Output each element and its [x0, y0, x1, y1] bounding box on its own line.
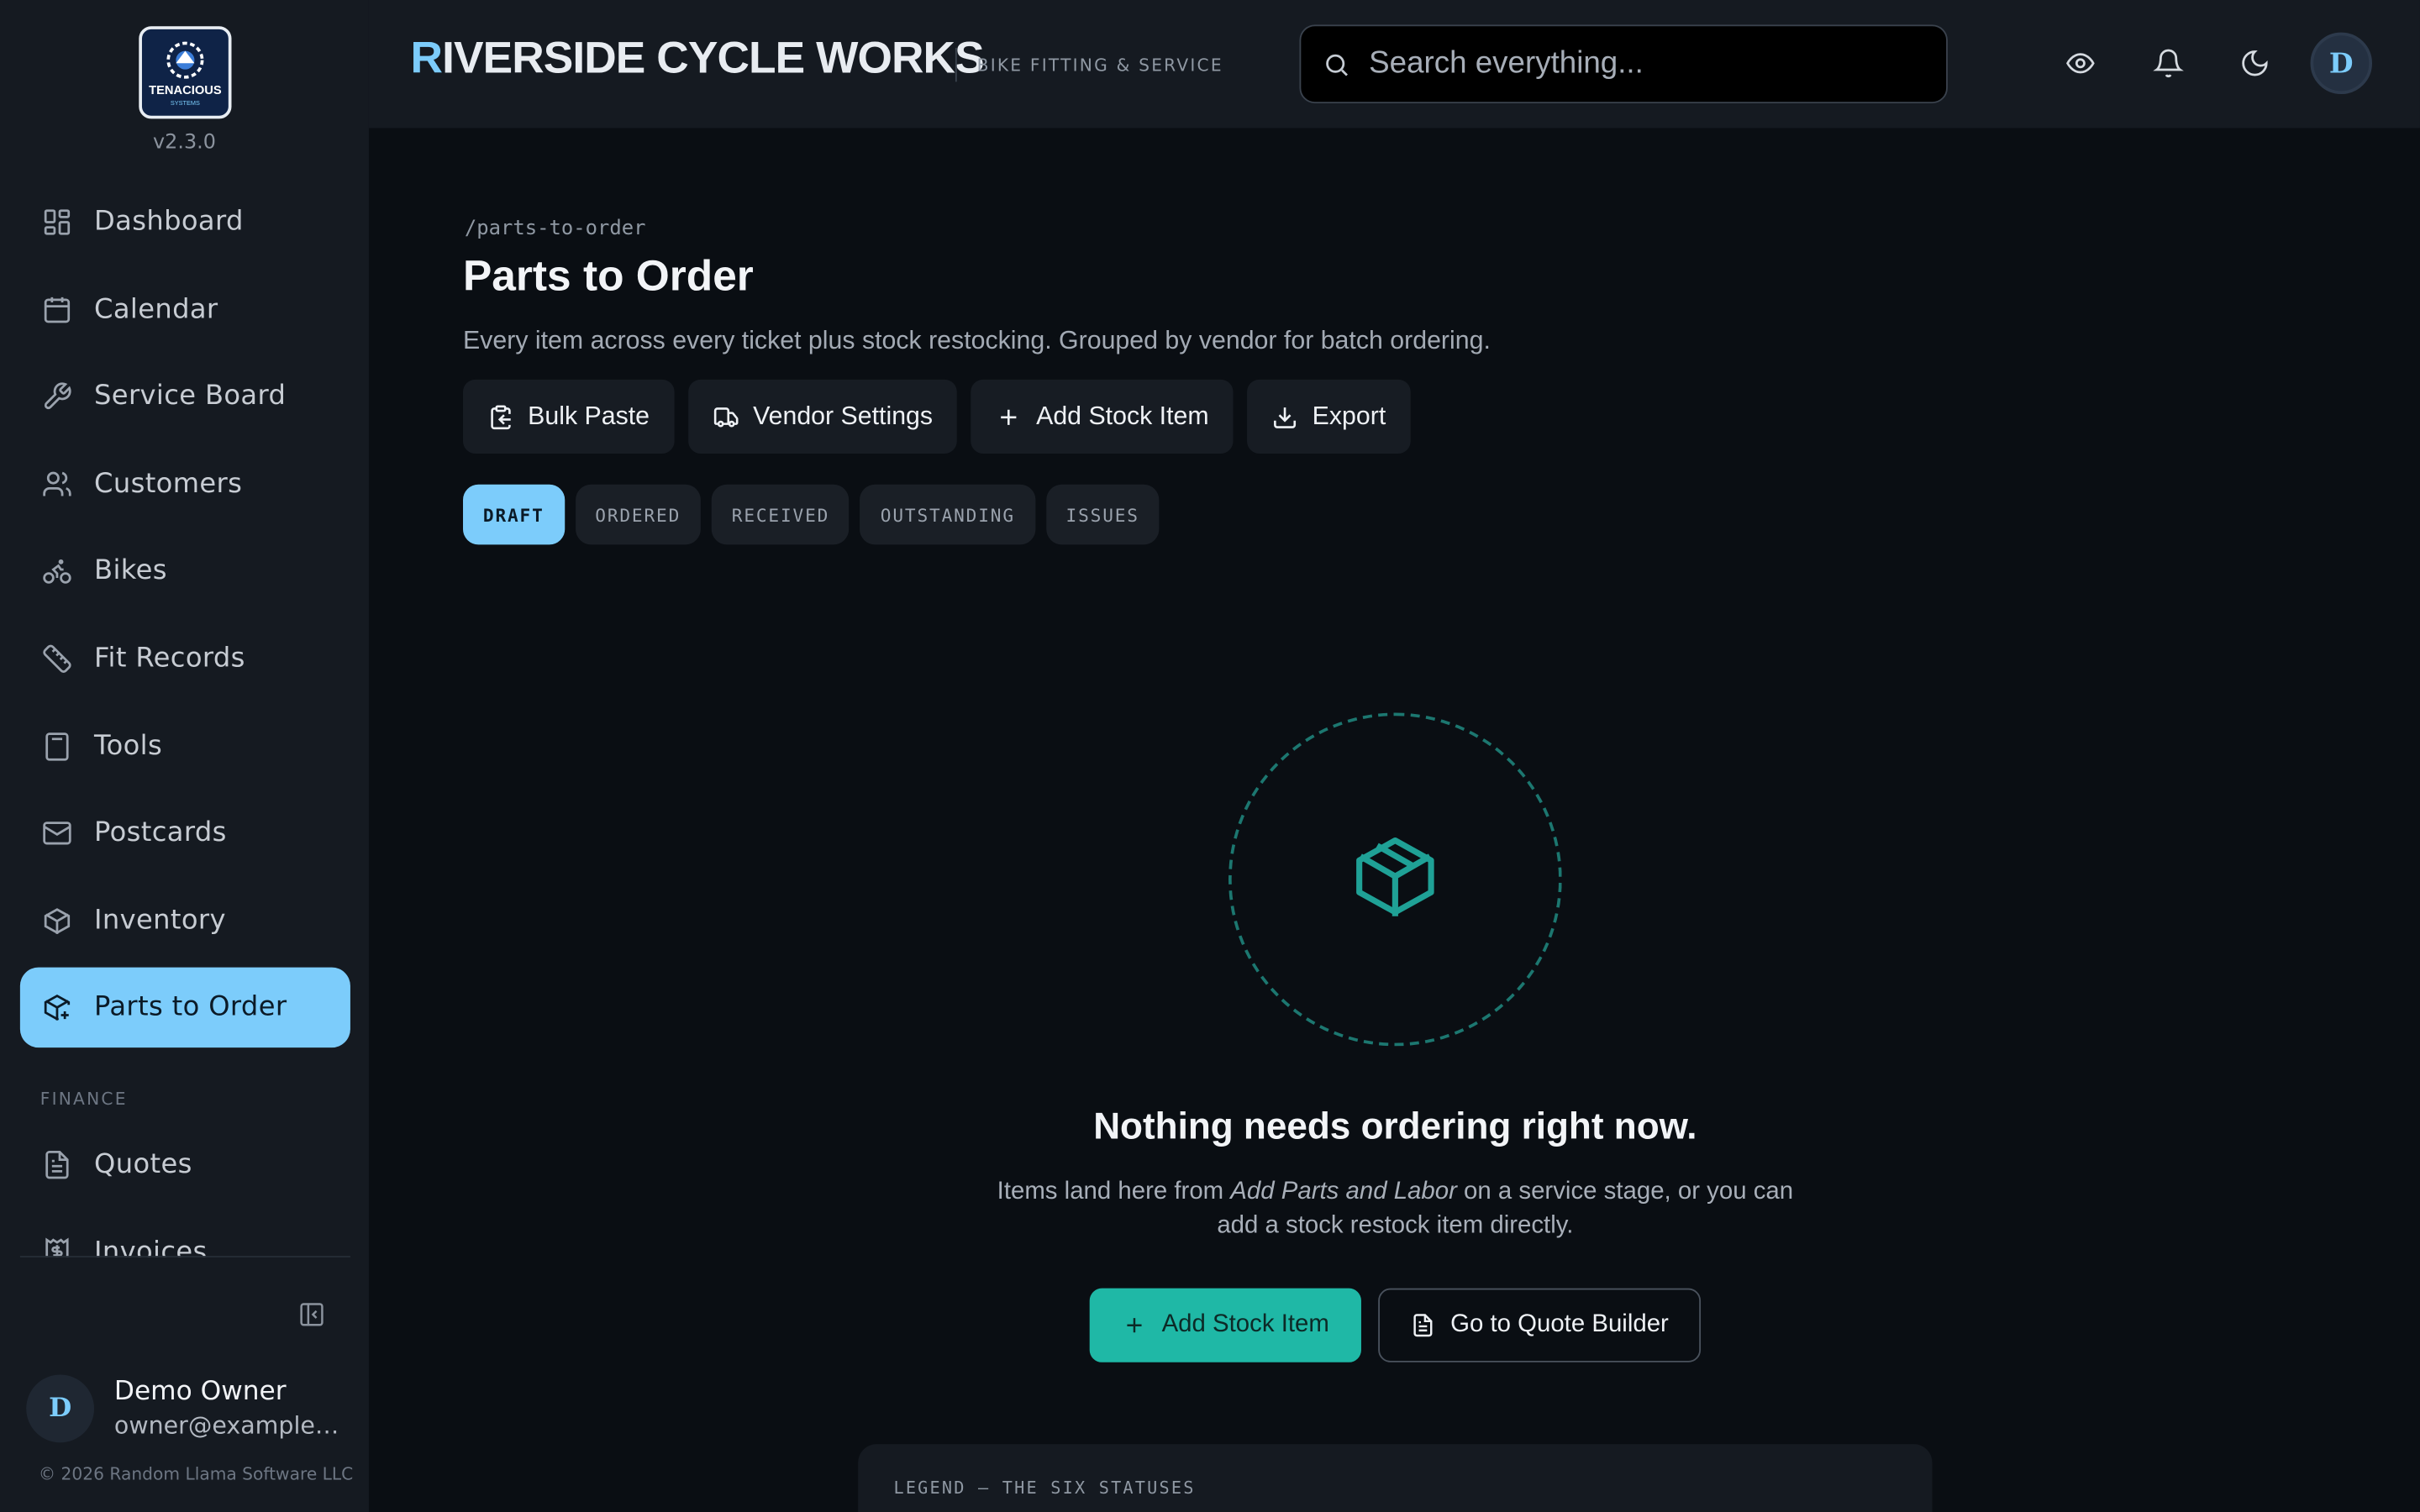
- legend-title: LEGEND — THE SIX STATUSES: [893, 1478, 1196, 1499]
- bike-icon: [40, 554, 74, 588]
- tab-received[interactable]: RECEIVED: [711, 484, 850, 545]
- status-tabs: DRAFT ORDERED RECEIVED OUTSTANDING ISSUE…: [463, 484, 1160, 545]
- finance-section-label: FINANCE: [39, 1089, 128, 1110]
- add-stock-item-label: Add Stock Item: [1036, 402, 1209, 430]
- brand-divider: [955, 47, 957, 82]
- tab-outstanding[interactable]: OUTSTANDING: [860, 484, 1035, 545]
- sidebar-item-label: Postcards: [94, 817, 227, 849]
- sidebar-item-calendar[interactable]: Calendar: [20, 270, 350, 350]
- collapse-sidebar-icon[interactable]: [297, 1300, 325, 1328]
- sidebar-divider: [19, 1256, 350, 1257]
- sidebar-item-label: Fit Records: [94, 643, 245, 675]
- truck-icon: [713, 403, 739, 429]
- bell-icon[interactable]: [2153, 48, 2184, 79]
- tab-ordered[interactable]: ORDERED: [575, 484, 702, 545]
- add-parts-labor-ref: Add Parts and Labor: [1230, 1179, 1457, 1205]
- primary-label: Add Stock Item: [1161, 1311, 1329, 1338]
- vendor-settings-button[interactable]: Vendor Settings: [687, 379, 958, 454]
- export-label: Export: [1312, 402, 1386, 430]
- brand-name[interactable]: RIVERSIDE CYCLE WORKS: [410, 34, 985, 85]
- empty-state-illustration: [1228, 712, 1562, 1047]
- package-icon: [1347, 828, 1443, 930]
- sidebar-item-tools[interactable]: Tools: [20, 706, 350, 786]
- svg-text:TENACIOUS: TENACIOUS: [149, 84, 222, 97]
- bulk-paste-button[interactable]: Bulk Paste: [463, 379, 675, 454]
- dashboard-icon: [40, 205, 74, 239]
- sidebar-nav-finance: Quotes Invoices: [20, 1125, 350, 1257]
- user-avatar[interactable]: D: [26, 1374, 95, 1443]
- sidebar-item-customers[interactable]: Customers: [20, 444, 350, 525]
- sidebar-item-label: Service Board: [94, 381, 287, 412]
- user-name: Demo Owner: [113, 1376, 287, 1408]
- sidebar-item-label: Inventory: [94, 905, 226, 937]
- sidebar-item-dashboard[interactable]: Dashboard: [20, 182, 350, 263]
- tab-draft[interactable]: DRAFT: [463, 484, 565, 545]
- calculator-icon: [40, 729, 74, 763]
- status-legend-card: LEGEND — THE SIX STATUSES: [858, 1444, 1933, 1512]
- file-icon: [40, 1148, 74, 1182]
- sidebar-item-label: Parts to Order: [94, 992, 287, 1024]
- search-box: [1299, 24, 1948, 104]
- plus-icon: [996, 403, 1022, 429]
- copyright: © 2026 Random Llama Software LLC: [38, 1464, 354, 1484]
- sidebar-item-bikes[interactable]: Bikes: [20, 532, 350, 612]
- sidebar-item-quotes[interactable]: Quotes: [20, 1125, 350, 1205]
- package-plus-icon: [40, 991, 74, 1025]
- sidebar-item-parts-to-order[interactable]: Parts to Order: [19, 968, 350, 1048]
- route-path: /parts-to-order: [464, 217, 646, 241]
- bulk-paste-label: Bulk Paste: [528, 402, 650, 430]
- add-stock-item-button[interactable]: Add Stock Item: [971, 379, 1234, 454]
- calendar-icon: [40, 292, 74, 326]
- sidebar: TENACIOUS SYSTEMS v2.3.0 Dashboard Calen…: [0, 0, 369, 1512]
- secondary-label: Go to Quote Builder: [1450, 1311, 1669, 1338]
- sidebar-item-service-board[interactable]: Service Board: [20, 357, 350, 438]
- app-logo[interactable]: TENACIOUS SYSTEMS: [139, 26, 232, 119]
- users-icon: [40, 467, 74, 501]
- sidebar-item-fit-records[interactable]: Fit Records: [20, 618, 350, 699]
- package-icon: [40, 904, 74, 937]
- search-icon: [1323, 50, 1350, 78]
- empty-state-title: Nothing needs ordering right now.: [1093, 1105, 1697, 1148]
- empty-add-stock-item-button[interactable]: Add Stock Item: [1089, 1288, 1361, 1362]
- go-to-quote-builder-button[interactable]: Go to Quote Builder: [1378, 1288, 1702, 1362]
- sidebar-item-label: Calendar: [94, 294, 218, 325]
- vendor-settings-label: Vendor Settings: [753, 402, 934, 430]
- sidebar-nav: Dashboard Calendar Service Board Custome…: [19, 182, 350, 1055]
- action-bar: Bulk Paste Vendor Settings Add Stock Ite…: [463, 379, 1411, 454]
- ruler-icon: [40, 642, 74, 675]
- brand-initial: R: [410, 34, 444, 84]
- wrench-icon: [40, 380, 74, 413]
- empty-state-text: Items land here from Add Parts and Labor…: [997, 1179, 1794, 1239]
- export-button[interactable]: Export: [1247, 379, 1411, 454]
- search-input[interactable]: [1369, 46, 1894, 82]
- download-icon: [1272, 403, 1298, 429]
- sidebar-item-label: Tools: [94, 730, 163, 762]
- sidebar-item-invoices[interactable]: Invoices: [20, 1212, 350, 1257]
- file-icon: [1410, 1313, 1434, 1337]
- moon-icon[interactable]: [2239, 48, 2270, 79]
- brand-tagline: BIKE FITTING & SERVICE: [976, 55, 1223, 76]
- brand-rest: IVERSIDE CYCLE WORKS: [442, 34, 984, 84]
- page-title: Parts to Order: [463, 251, 754, 300]
- sidebar-item-label: Dashboard: [94, 207, 244, 238]
- sidebar-item-label: Customers: [94, 468, 243, 500]
- user-email: owner@example.com: [113, 1411, 346, 1440]
- sidebar-item-inventory[interactable]: Inventory: [20, 880, 350, 961]
- page-subtitle: Every item across every ticket plus stoc…: [463, 327, 1491, 355]
- sidebar-item-postcards[interactable]: Postcards: [20, 793, 350, 874]
- plus-icon: [1122, 1313, 1146, 1337]
- eye-icon[interactable]: [2065, 48, 2096, 79]
- clipboard-icon: [487, 403, 513, 429]
- topbar: RIVERSIDE CYCLE WORKS BIKE FITTING & SER…: [368, 0, 2420, 129]
- sidebar-item-label: Quotes: [94, 1149, 192, 1181]
- receipt-icon: [40, 1235, 74, 1257]
- sidebar-item-label: Invoices: [94, 1236, 208, 1257]
- svg-text:SYSTEMS: SYSTEMS: [171, 99, 200, 107]
- sidebar-item-label: Bikes: [94, 555, 167, 587]
- profile-avatar[interactable]: D: [2310, 32, 2373, 95]
- tab-issues[interactable]: ISSUES: [1045, 484, 1160, 545]
- mail-icon: [40, 816, 74, 850]
- app-version: v2.3.0: [153, 131, 216, 155]
